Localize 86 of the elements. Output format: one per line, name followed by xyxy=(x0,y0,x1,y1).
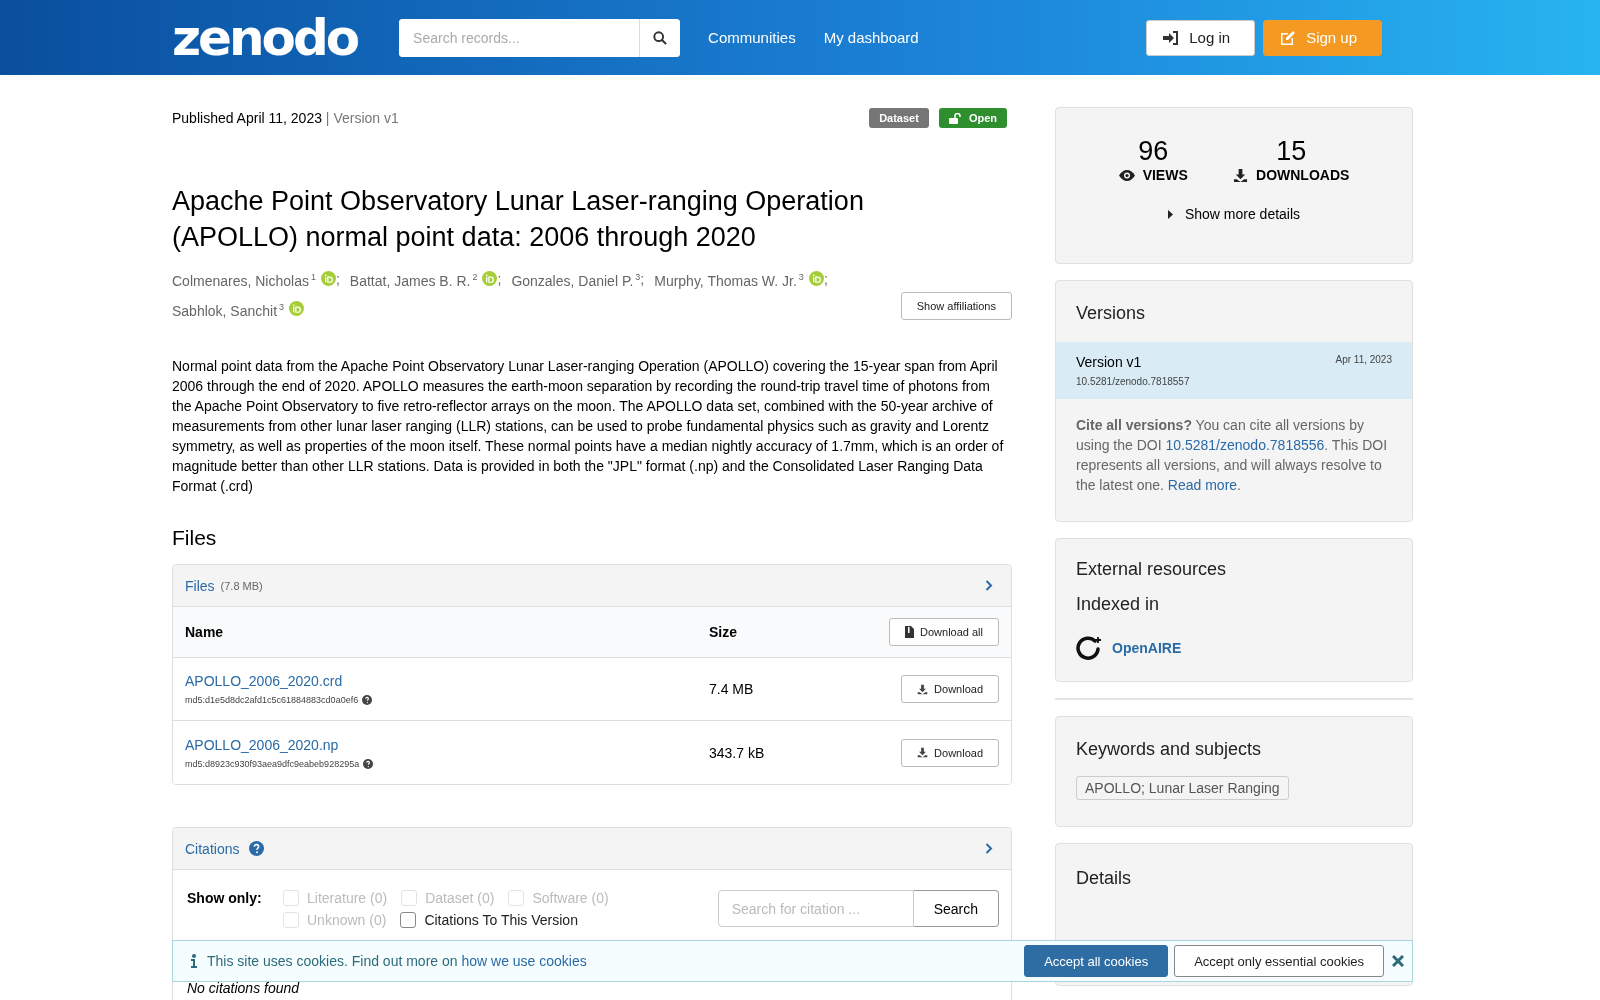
search-icon xyxy=(653,30,668,45)
citation-search-field[interactable]: Search for citation ... xyxy=(717,890,914,928)
search-button[interactable]: Search xyxy=(913,890,999,928)
keyword-tag[interactable]: APOLLO; Lunar Laser Ranging xyxy=(1076,776,1289,800)
eye-icon xyxy=(1118,169,1135,181)
panel-title[interactable]: Files xyxy=(185,577,215,594)
help-icon[interactable] xyxy=(363,758,374,769)
download-icon xyxy=(1233,167,1248,183)
help-icon[interactable] xyxy=(362,695,373,706)
info-icon xyxy=(191,954,197,968)
orcid-icon[interactable] xyxy=(289,301,305,316)
download-button[interactable]: Download xyxy=(901,738,999,767)
file-link[interactable]: APOLLO_2006_2020.crd xyxy=(185,673,709,690)
subheading: Indexed in xyxy=(1076,594,1161,615)
cookie-message: This site uses cookies. Find out more on how we use cookies xyxy=(207,953,587,969)
cookie-policy-link[interactable]: how we use cookies xyxy=(461,953,587,969)
search-field[interactable]: Search records... xyxy=(399,18,681,57)
orcid-icon[interactable] xyxy=(320,271,336,287)
zenodo-logo[interactable]: zenodo xyxy=(172,12,358,63)
creator-name[interactable]: Murphy, Thomas W. Jr.$^{3}$ xyxy=(654,267,804,291)
accept-all-button[interactable]: Accept all cookies xyxy=(1024,945,1169,977)
version-item[interactable]: Version v1 Apr 11, 2023 10.5281/zenodo.7818557 xyxy=(1056,342,1412,399)
login-button[interactable]: Log in xyxy=(1146,19,1256,56)
access-badge: Open xyxy=(938,108,1007,128)
sign-in-icon xyxy=(1163,30,1180,45)
orcid-icon[interactable] xyxy=(808,271,824,287)
card-title: Keywords and subjects xyxy=(1076,739,1263,760)
resource-type-badge: Dataset xyxy=(869,108,929,128)
nav-link[interactable]: My dashboard xyxy=(823,29,919,46)
stat-value: 96 xyxy=(1138,136,1169,167)
stat-label: VIEWS xyxy=(1142,167,1188,183)
download-button[interactable]: Download xyxy=(901,675,999,704)
filter-label: Show only: xyxy=(187,890,263,909)
stat-value: 15 xyxy=(1276,136,1307,167)
download-icon xyxy=(917,683,929,695)
panel-title[interactable]: Citations xyxy=(185,840,240,857)
read-more-link[interactable]: Read more xyxy=(1167,477,1238,493)
stat-label: DOWNLOADS xyxy=(1256,167,1350,183)
resource-link[interactable]: OpenAIRE xyxy=(1112,640,1182,656)
panel-header[interactable]: Files (7.8 MB) xyxy=(173,565,1011,608)
separator: ; xyxy=(497,269,502,289)
filter-checkbox[interactable]: Citations To This Version xyxy=(400,912,578,929)
orcid-icon[interactable] xyxy=(482,271,498,287)
version-label: Version v1 xyxy=(333,110,399,126)
checksum: md5:d1e5d8dc2afd1c5c61884883cd0a0ef6 xyxy=(185,695,359,706)
openaire-logo-icon xyxy=(1076,635,1102,661)
checkbox[interactable] xyxy=(400,912,417,929)
file-link[interactable]: APOLLO_2006_2020.np xyxy=(185,736,709,753)
record-title: Apache Point Observatory Lunar Laser-ranging Operation (APOLLO) normal point data: 2006 through 2020 xyxy=(172,185,865,254)
search-button[interactable] xyxy=(639,18,681,57)
help-icon[interactable] xyxy=(249,841,265,857)
show-affiliations-button[interactable]: Show affiliations xyxy=(900,292,1012,321)
download-all-button[interactable]: Download all xyxy=(889,618,999,647)
description: Normal point data from the Apache Point Observatory Lunar Laser-ranging Operation (APOLLO) covering the 15-year span from April 2006 through the end of 2020. APOLLO measures the earth-moon separation by recording the round-trip travel time of photons from the Apache Point Observatory to five retro-reflector arrays on the moon. The APOLLO data set, combined with the 50-year archive of measurements from other lunar laser ranging (LLR) stations, can be used to probe fundamental physics such as gravity and Lorentz symmetry, as well as properties of the moon itself. These normal points have a median nightly accuracy of 1.7mm, which is an order of magnitude better than other LLR stations. Data is provided in both the "JPL" format (.np) and the Consolidated Laser Ranging Data Format (.crd) xyxy=(172,357,1005,497)
download-icon xyxy=(917,747,929,759)
panel-header[interactable]: Citations xyxy=(173,828,1011,871)
edit-icon xyxy=(1280,29,1297,46)
accept-essential-button[interactable]: Accept only essential cookies xyxy=(1174,945,1384,977)
separator: ; xyxy=(823,269,828,289)
creator-name[interactable]: Colmenares, Nicholas$^{1}$ xyxy=(172,267,316,291)
separator: ; xyxy=(640,269,645,289)
file-archive-icon xyxy=(905,626,914,639)
nav-link[interactable]: Communities xyxy=(708,29,796,46)
show-more-details[interactable]: Show more details xyxy=(1161,205,1307,223)
file-size: 343.7 kB xyxy=(709,744,766,761)
file-size: 7.4 MB xyxy=(709,681,755,698)
checksum: md5:d8923c930f93aea9dfc9eabeb928295a xyxy=(185,758,360,769)
cite-note: Cite all versions? You can cite all versions by using the DOI 10.5281/zenodo.7818556. This DOI represents all versions, and will always resolve to the latest one. Read more. xyxy=(1076,416,1389,495)
card-title: Details xyxy=(1076,868,1133,889)
card-title: External resources xyxy=(1076,559,1228,580)
close-icon xyxy=(1392,955,1404,967)
publication-date: Published April 11, 2023 xyxy=(172,110,322,126)
total-size: (7.8 MB) xyxy=(220,579,263,592)
empty-message: No citations found xyxy=(187,980,300,997)
card-title: Versions xyxy=(1076,303,1147,324)
creator-name[interactable]: Battat, James B. R.$^{2}$ xyxy=(349,267,478,291)
chevron-icon[interactable] xyxy=(985,843,993,855)
column-header: Size xyxy=(709,624,738,641)
section-heading: Files xyxy=(172,526,218,551)
close-button[interactable] xyxy=(1390,953,1406,969)
column-header: Name xyxy=(185,624,225,641)
chevron-icon[interactable] xyxy=(985,580,993,592)
caret-icon xyxy=(1167,209,1173,219)
separator: ; xyxy=(335,269,340,289)
version-separator: | xyxy=(325,110,330,126)
creator-name[interactable]: Sabhlok, Sanchit$^{3}$ xyxy=(172,296,285,321)
